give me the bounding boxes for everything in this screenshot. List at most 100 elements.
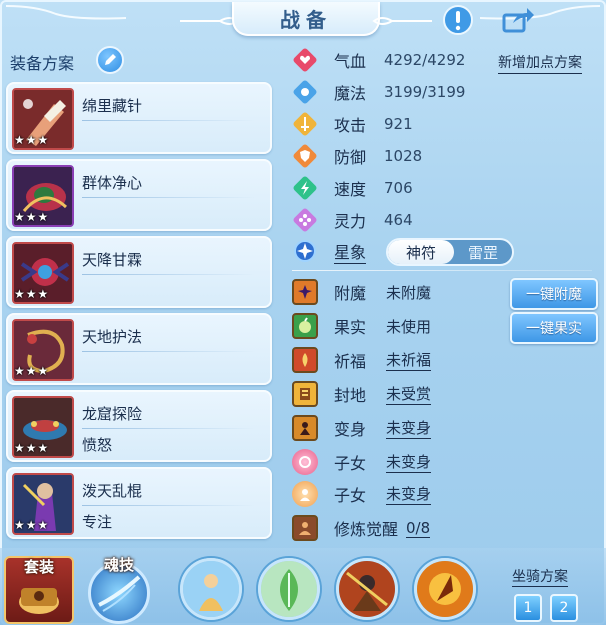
stat-value: 921 — [384, 115, 413, 133]
stat-row: 气血 4292/4292 — [292, 46, 465, 74]
soul-skill-button[interactable]: 魂技 — [86, 556, 152, 624]
stat-label: 防御 — [334, 148, 367, 167]
stat-label: 攻击 — [334, 116, 367, 135]
attr-row: 子女 未变身 — [292, 480, 432, 508]
blessing-icon — [292, 347, 318, 373]
equip-card-name: 绵里藏针 — [82, 97, 143, 115]
skill-slot[interactable] — [258, 558, 320, 620]
stat-label: 灵力 — [334, 212, 367, 231]
equip-card-name: 天降甘霖 — [82, 251, 143, 269]
star-sign-icon — [292, 238, 318, 264]
equip-card[interactable]: ★★★ 群体净心 — [6, 159, 272, 231]
stat-row: 魔法 3199/3199 — [292, 78, 465, 106]
equip-card-name: 天地护法 — [82, 328, 143, 346]
attr-label: 修炼觉醒 — [334, 520, 399, 539]
equip-card[interactable]: ★★★ 天地护法 — [6, 313, 272, 385]
corner-ornament — [6, 5, 126, 20]
skill-slot[interactable] — [414, 558, 476, 620]
child-icon — [292, 481, 318, 507]
attr-row: 变身 未变身 — [292, 414, 432, 442]
speed-icon — [292, 175, 318, 201]
equip-card[interactable]: ★★★ 泼天乱棍 专注 — [6, 467, 272, 539]
title-ornament — [372, 12, 432, 25]
warrior-skill-icon — [339, 561, 395, 617]
stat-label: 速度 — [334, 180, 367, 199]
exclamation-icon[interactable] — [440, 4, 476, 36]
star-rating: ★★★ — [14, 518, 50, 532]
equip-card-sub: 专注 — [82, 513, 113, 531]
attr-label: 祈福 — [334, 352, 367, 371]
title-tab: 战备 — [232, 2, 380, 36]
one-click-enchant-button[interactable]: 一键附魔 — [510, 278, 598, 310]
divider — [82, 274, 256, 275]
stat-label: 魔法 — [334, 84, 367, 103]
attr-row: 果实 未使用 — [292, 312, 431, 340]
leaf-skill-icon — [261, 561, 317, 617]
stat-value: 3199/3199 — [384, 83, 466, 101]
one-click-fruit-button[interactable]: 一键果实 — [510, 312, 598, 344]
skill-slot[interactable] — [180, 558, 242, 620]
divider — [82, 505, 256, 506]
fief-icon — [292, 381, 318, 407]
attr-row: 子女 未变身 — [292, 448, 432, 476]
sword-icon — [292, 111, 318, 137]
star-rating: ★★★ — [14, 287, 50, 301]
title-ornament — [180, 12, 240, 25]
divider — [82, 197, 256, 198]
fruit-icon — [292, 313, 318, 339]
tab-shenfu[interactable]: 神符 — [388, 240, 454, 264]
equipment-set-button[interactable]: 套装 — [4, 556, 74, 624]
equip-card[interactable]: ★★★ 龙窟探险 愤怒 — [6, 390, 272, 462]
divider — [82, 428, 256, 429]
equip-card[interactable]: ★★★ 绵里藏针 — [6, 82, 272, 154]
star-sign-label[interactable]: 星象 — [334, 239, 367, 264]
equip-card-name: 群体净心 — [82, 174, 143, 192]
stat-row: 防御 1028 — [292, 142, 422, 170]
spirit-icon — [292, 207, 318, 233]
star-rating: ★★★ — [14, 133, 50, 147]
set-label: 套装 — [23, 558, 54, 576]
attr-value[interactable]: 未受赏 — [386, 383, 432, 405]
attr-label: 果实 — [334, 318, 367, 337]
mana-icon — [292, 79, 318, 105]
attr-value[interactable]: 未变身 — [386, 483, 432, 505]
pencil-icon — [105, 54, 116, 65]
equip-card-sub: 愤怒 — [82, 436, 113, 454]
mount-scheme-label[interactable]: 坐骑方案 — [512, 566, 568, 587]
edit-scheme-button[interactable] — [96, 46, 124, 74]
equip-card[interactable]: ★★★ 天降甘霖 — [6, 236, 272, 308]
attr-value[interactable]: 未祈福 — [386, 349, 432, 371]
star-sign-row: 星象 — [292, 236, 367, 266]
divider — [292, 270, 592, 271]
star-rating: ★★★ — [14, 364, 50, 378]
star-sign-toggle[interactable]: 神符 雷罡 — [386, 238, 514, 266]
attr-row: 附魔 未附魔 — [292, 278, 431, 306]
attr-value: 未使用 — [386, 317, 432, 336]
cultivation-icon — [292, 515, 318, 541]
equip-scheme-label: 装备方案 — [10, 54, 75, 73]
divider — [82, 120, 256, 121]
strike-skill-icon — [417, 561, 473, 617]
mount-option-1[interactable]: 1 — [514, 594, 542, 622]
skill-slot[interactable] — [336, 558, 398, 620]
attr-label: 封地 — [334, 386, 367, 405]
add-plan-link[interactable]: 新增加点方案 — [498, 52, 582, 74]
divider — [82, 351, 256, 352]
mount-option-2[interactable]: 2 — [550, 594, 578, 622]
tab-leigang[interactable]: 雷罡 — [454, 240, 512, 264]
attr-value: 未附魔 — [386, 283, 432, 302]
share-icon[interactable] — [500, 4, 536, 36]
child-icon — [292, 449, 318, 475]
soul-label: 魂技 — [103, 556, 134, 574]
star-rating: ★★★ — [14, 441, 50, 455]
enchant-icon — [292, 279, 318, 305]
attr-row: 封地 未受赏 — [292, 380, 432, 408]
attr-row: 祈福 未祈福 — [292, 346, 432, 374]
shield-icon — [292, 143, 318, 169]
attr-value[interactable]: 未变身 — [386, 417, 432, 439]
attr-value[interactable]: 未变身 — [386, 451, 432, 473]
attr-value[interactable]: 0/8 — [406, 519, 431, 538]
attr-label: 子女 — [334, 486, 367, 505]
attr-row: 修炼觉醒 0/8 — [292, 514, 431, 542]
stat-row: 速度 706 — [292, 174, 413, 202]
